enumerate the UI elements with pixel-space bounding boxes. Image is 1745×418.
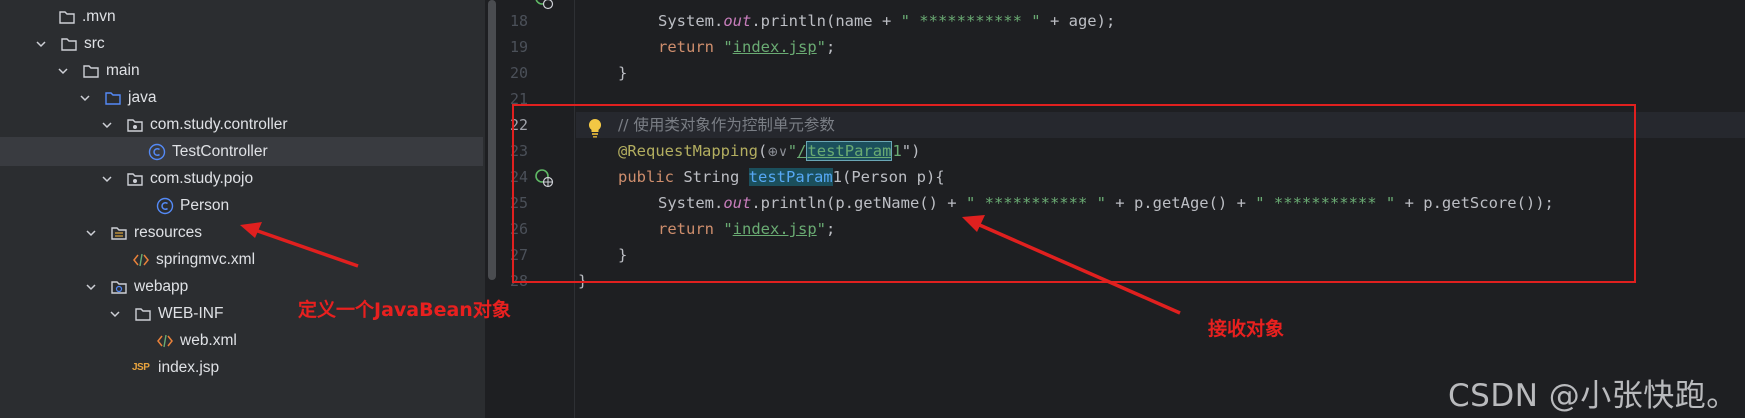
left-callout-text: 定义一个JavaBean对象 (298, 299, 511, 321)
watermark-text: CSDN @小张快跑。 (1448, 378, 1738, 414)
arrow-to-getname (962, 215, 1181, 315)
arrow-to-person (240, 222, 359, 268)
right-callout-text: 接收对象 (1208, 318, 1285, 340)
annotation-arrows (240, 215, 1181, 315)
